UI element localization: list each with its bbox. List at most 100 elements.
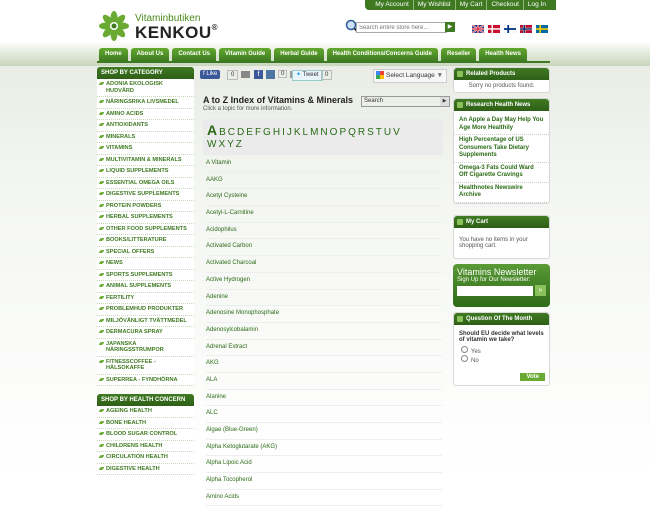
health-circulation-health[interactable]: CIRCULATION HEALTH xyxy=(97,452,194,464)
letter-u[interactable]: U xyxy=(384,127,391,138)
finland-flag-icon[interactable] xyxy=(504,25,516,33)
letter-c[interactable]: C xyxy=(228,127,235,138)
topic-link[interactable]: Adenine xyxy=(206,290,442,307)
category-vitamins[interactable]: VITAMINS xyxy=(97,143,194,155)
letter-a[interactable]: A xyxy=(207,122,217,138)
category-japanska-n-ringsstrumpor[interactable]: JAPANSKA NÄRINGSSTRUMPOR xyxy=(97,339,194,357)
uk-flag-icon[interactable] xyxy=(472,25,484,33)
topic-link[interactable]: Adrenal Extract xyxy=(206,340,442,357)
letter-y[interactable]: Y xyxy=(227,139,234,150)
topic-link[interactable]: Algae (Blue-Green) xyxy=(206,423,442,440)
news-item[interactable]: High Percentage of US Consumers Take Die… xyxy=(454,135,549,163)
topic-link[interactable]: Activated Charcoal xyxy=(206,256,442,273)
letter-g[interactable]: G xyxy=(263,127,271,138)
topic-link[interactable]: ALA xyxy=(206,373,442,390)
category-problemhud-produkter[interactable]: PROBLEMHUD PRODUKTER xyxy=(97,304,194,316)
category-minerals[interactable]: MINERALS xyxy=(97,132,194,143)
topic-link[interactable]: Acidophilus xyxy=(206,223,442,240)
health-childrens-health[interactable]: CHILDRENS HEALTH xyxy=(97,441,194,452)
category-milj-v-nligt-tv-ttmedel[interactable]: MILJÖVÄNLIGT TVÄTTMEDEL xyxy=(97,316,194,327)
my-wishlist-link[interactable]: My Wishlist xyxy=(414,0,456,10)
category-sports-supplements[interactable]: SPORTS SUPPLEMENTS xyxy=(97,270,194,281)
category-animal-supplements[interactable]: ANIMAL SUPPLEMENTS xyxy=(97,281,194,293)
no-radio[interactable] xyxy=(461,354,468,362)
category-essential-omega-oils[interactable]: ESSENTIAL OMEGA OILS xyxy=(97,178,194,189)
topic-link[interactable]: Adenosylcobalamin xyxy=(206,323,442,340)
category-amino-acids[interactable]: AMINO ACIDS xyxy=(97,109,194,120)
topic-link[interactable]: Alpha Lipoic Acid xyxy=(206,456,442,474)
health-blood-sugar-control[interactable]: BLOOD SUGAR CONTROL xyxy=(97,429,194,441)
letter-f[interactable]: F xyxy=(255,127,261,138)
nav-health-news[interactable]: Health News xyxy=(479,48,527,61)
gplus-share-icon[interactable] xyxy=(266,70,275,79)
topic-link[interactable]: AAKG xyxy=(206,173,442,190)
letter-d[interactable]: D xyxy=(237,127,244,138)
category-dermacura-spray[interactable]: DERMACURA SPRAY xyxy=(97,327,194,339)
topic-link[interactable]: AKG xyxy=(206,356,442,373)
category-superrea-fyndh-rna[interactable]: SUPERREA - FYNDHÖRNA xyxy=(97,375,194,386)
facebook-share-icon[interactable]: f xyxy=(254,70,263,79)
topic-link[interactable]: A Vitamin xyxy=(206,156,442,173)
news-item[interactable]: An Apple a Day May Help You Age More Hea… xyxy=(454,115,549,135)
login-link[interactable]: Log In xyxy=(524,0,550,10)
category-multivitamin-minerals[interactable]: MULTIVITAMIN & MINERALS xyxy=(97,155,194,166)
letter-x[interactable]: X xyxy=(218,139,225,150)
letter-e[interactable]: E xyxy=(246,127,253,138)
letter-r[interactable]: R xyxy=(358,127,365,138)
nav-home[interactable]: Home xyxy=(99,48,128,61)
topic-search-input[interactable]: Search ▶ xyxy=(361,96,450,107)
norway-flag-icon[interactable] xyxy=(520,25,532,33)
letter-k[interactable]: K xyxy=(294,127,301,138)
letter-t[interactable]: T xyxy=(376,127,382,138)
category-news[interactable]: NEWS xyxy=(97,258,194,270)
category-fitnesscoffee-h-lsokaffe[interactable]: FITNESSCOFFEE - HÄLSOKAFFE xyxy=(97,357,194,375)
tweet-button[interactable]: ✦ Tweet xyxy=(292,70,323,81)
my-account-link[interactable]: My Account xyxy=(371,0,414,10)
newsletter-submit-button[interactable]: » xyxy=(535,284,546,296)
logo[interactable]: Vitaminbutiken KENKOU® xyxy=(97,10,227,42)
category-protein-powders[interactable]: PROTEIN POWDERS xyxy=(97,201,194,212)
category-liquid-supplements[interactable]: LIQUID SUPPLEMENTS xyxy=(97,166,194,178)
search-go-button[interactable]: ▶ xyxy=(445,22,455,32)
news-item[interactable]: Healthnotes Newswire Archive xyxy=(454,183,549,203)
category-herbal-supplements[interactable]: HERBAL SUPPLEMENTS xyxy=(97,212,194,224)
email-share-icon[interactable] xyxy=(241,71,250,78)
topic-link[interactable]: Alanine xyxy=(206,390,442,407)
letter-v[interactable]: V xyxy=(393,127,400,138)
topic-link[interactable]: Adenosine Monophosphate xyxy=(206,306,442,323)
category-fertility[interactable]: FERTILITY xyxy=(97,293,194,304)
yes-radio[interactable] xyxy=(461,345,468,353)
category-adonia-ekologisk-hudv-rd[interactable]: ADONIA EKOLOGISK HUDVÅRD xyxy=(97,79,194,97)
nav-reseller[interactable]: Reseller xyxy=(440,48,477,61)
nav-herbal-guide[interactable]: Herbal Guide xyxy=(274,48,324,61)
topic-link[interactable]: Alpha Ketoglutarate (AKG) xyxy=(206,440,442,457)
letter-l[interactable]: L xyxy=(303,127,309,138)
letter-m[interactable]: M xyxy=(310,127,318,138)
topic-link[interactable]: Acetyl Cysteine xyxy=(206,189,442,207)
letter-n[interactable]: N xyxy=(320,127,327,138)
letter-z[interactable]: Z xyxy=(236,139,242,150)
nav-contact-us[interactable]: Contact Us xyxy=(172,48,217,61)
letter-s[interactable]: S xyxy=(367,127,374,138)
category-digestive-supplements[interactable]: DIGESTIVE SUPPLEMENTS xyxy=(97,189,194,201)
topic-link[interactable]: ALC xyxy=(206,406,442,423)
category-special-offers[interactable]: SPECIAL OFFERS xyxy=(97,247,194,258)
search-arrow-icon[interactable]: ▶ xyxy=(440,97,449,106)
letter-i[interactable]: I xyxy=(282,127,285,138)
topic-link[interactable]: Active Hydrogen xyxy=(206,273,442,290)
category-antioxidants[interactable]: ANTIOXIDANTS xyxy=(97,120,194,132)
topic-link[interactable]: Amino Acids xyxy=(206,490,442,506)
topic-link[interactable]: Activated Carbon xyxy=(206,239,442,257)
nav-about-us[interactable]: About Us xyxy=(130,48,170,61)
checkout-link[interactable]: Checkout xyxy=(487,0,524,10)
news-item[interactable]: Omega-3 Fats Could Ward Off Cigarette Cr… xyxy=(454,163,549,183)
topic-link[interactable]: Acetyl-L-Carnitine xyxy=(206,206,442,223)
letter-w[interactable]: W xyxy=(207,139,216,150)
denmark-flag-icon[interactable] xyxy=(488,25,500,33)
topic-link[interactable]: Alpha Tocopherol xyxy=(206,473,442,490)
search-input[interactable] xyxy=(356,22,447,33)
my-cart-link[interactable]: My Cart xyxy=(456,0,488,10)
sweden-flag-icon[interactable] xyxy=(536,25,548,33)
vote-button[interactable]: Vote xyxy=(520,372,545,381)
facebook-like-button[interactable]: f Like xyxy=(200,70,221,79)
